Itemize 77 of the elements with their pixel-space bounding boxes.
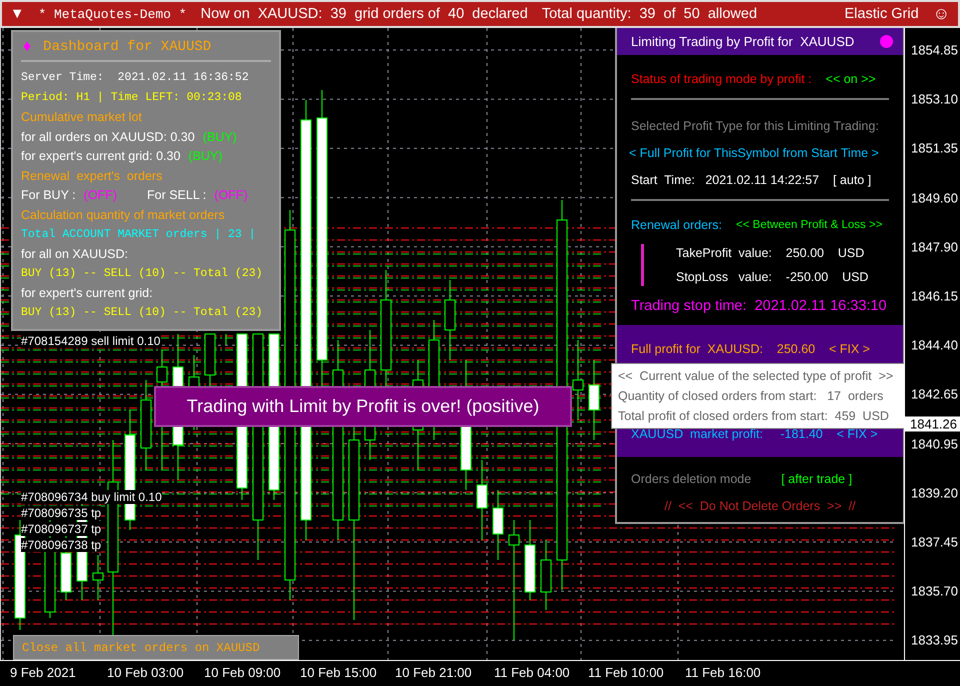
dashboard-text: (BUY) — [188, 149, 222, 164]
account-name: * MetaQuotes-Demo * — [38, 6, 187, 22]
stop-time-text: Trading stop time: 2021.02.11 16:33:10 — [631, 298, 887, 314]
candle — [492, 490, 504, 560]
time-label: 9 Feb 2021 — [10, 665, 76, 680]
current-price-label: 1841.26 — [905, 416, 960, 432]
candle — [540, 540, 552, 610]
panel-text: Orders deletion mode — [631, 472, 752, 486]
price-label: 1851.35 — [911, 140, 958, 156]
price-label: 1847.90 — [911, 239, 958, 254]
dashboard-text: BUY (13) -- SELL (10) -- Total (23) — [21, 306, 263, 320]
dashboard-text: BUY (13) -- SELL (10) -- Total (23) — [21, 267, 263, 280]
panel-text: << on >> — [826, 72, 876, 86]
diamond-glyph: ♦ — [23, 38, 32, 56]
time-label: 10 Feb 15:00 — [300, 665, 377, 680]
panel-text: [ after trade ] — [781, 472, 852, 486]
panel-text: Status of trading mode by profit : — [631, 72, 812, 86]
profit-text: XAUUSD market profit: -181.40 < FIX > — [631, 426, 878, 440]
profit-text: Full profit for XAUUSD: 250.60 < FIX > — [631, 342, 870, 356]
panel-text: << Between Profit & Loss >> — [736, 218, 882, 230]
dashboard-text: Renewal expert's orders — [21, 168, 162, 183]
tooltip-text: << Current value of the selected type of profit >> — [618, 368, 894, 385]
order-label: #708096737 tp — [21, 522, 102, 536]
time-label: 11 Feb 16:00 — [685, 665, 761, 680]
dashboard-text: For BUY : — [21, 188, 76, 202]
start-time-text: Start Time: 2021.02.11 14:22:57 [ auto ] — [631, 172, 872, 186]
status-dot — [880, 35, 893, 48]
time-label: 10 Feb 03:00 — [107, 665, 184, 680]
price-label: 1842.65 — [911, 386, 958, 402]
dashboard-text: Period: H1 | Time LEFT: 00:23:08 — [21, 90, 242, 104]
candle — [92, 554, 104, 600]
price-label: 1835.70 — [911, 584, 958, 599]
smiley-glyph: ☺ — [932, 4, 950, 24]
dashboard-text: for expert's current grid: — [21, 286, 153, 300]
profit-type-text: < Full Profit for ThisSymbol from Start Time > — [629, 146, 879, 160]
tooltip-text: Total profit of closed orders from start: 459 USD — [618, 408, 890, 425]
dashboard-text: (OFF) — [84, 188, 117, 202]
order-label: #708096735 tp — [21, 506, 102, 520]
dashboard-text: for all on XAUUSD: — [21, 247, 128, 262]
expert-name: Elastic Grid — [844, 6, 919, 22]
tooltip-text: Quantity of closed orders from start: 17 orders — [618, 388, 884, 405]
price-label: 1844.40 — [911, 338, 958, 353]
price-label: 1854.85 — [911, 42, 958, 58]
order-label: #708154289 sell limit 0.10 — [21, 334, 160, 348]
dashboard-text: for all orders on XAUUSD: 0.30 — [21, 130, 195, 144]
order-label: #708096738 tp — [21, 538, 102, 552]
level-text: StopLoss value: -250.00 USD — [676, 270, 868, 284]
menu-caret[interactable]: ▼ — [10, 6, 24, 22]
price-label: 1837.45 — [911, 534, 958, 550]
price-label: 1833.95 — [911, 632, 958, 648]
dashboard-text: Cumulative market lot — [21, 110, 142, 124]
dashboard-text: (BUY) — [202, 130, 237, 144]
price-label: 1846.15 — [911, 288, 958, 304]
time-label: 10 Feb 21:00 — [395, 665, 472, 680]
grid-status-text: Now on XAUUSD: 39 grid orders of 40 declared — [200, 6, 528, 22]
panel-text: Selected Profit Type for this Limiting Trading: — [631, 118, 879, 132]
price-label: 1853.10 — [911, 92, 958, 107]
time-label: 11 Feb 04:00 — [494, 665, 570, 680]
level-text: TakeProfit value: 250.00 USD — [676, 246, 866, 260]
dashboard-text: for expert's current grid: 0.30 — [21, 149, 180, 164]
deletion-rule-text: // << Do Not Delete Orders >> // — [664, 498, 856, 512]
dashboard-text: Total ACCOUNT MARKET orders | 23 | — [21, 228, 256, 242]
quantity-text: Total quantity: 39 of 50 allowed — [542, 6, 758, 22]
price-label: 1839.20 — [911, 485, 958, 500]
dashboard-text: Calculation quantity of market orders — [21, 208, 225, 222]
price-label: 1840.95 — [911, 436, 958, 452]
dashboard-title: Dashboard for XAUUSD — [43, 39, 212, 55]
dashboard-text: (OFF) — [214, 188, 248, 202]
dashboard-text: For SELL : — [146, 188, 206, 202]
time-label: 11 Feb 10:00 — [588, 665, 664, 680]
time-label: 10 Feb 09:00 — [204, 665, 281, 680]
price-label: 1849.60 — [911, 190, 958, 206]
panel-text: Renewal orders: — [631, 218, 722, 232]
dashboard-text: Server Time: 2021.02.11 16:36:52 — [21, 71, 249, 84]
profit-over-banner: Trading with Limit by Profit is over! (positive) — [154, 386, 572, 427]
order-label: #708096734 buy limit 0.10 — [21, 490, 162, 504]
panel-title: Limiting Trading by Profit for XAUUSD — [631, 34, 854, 49]
